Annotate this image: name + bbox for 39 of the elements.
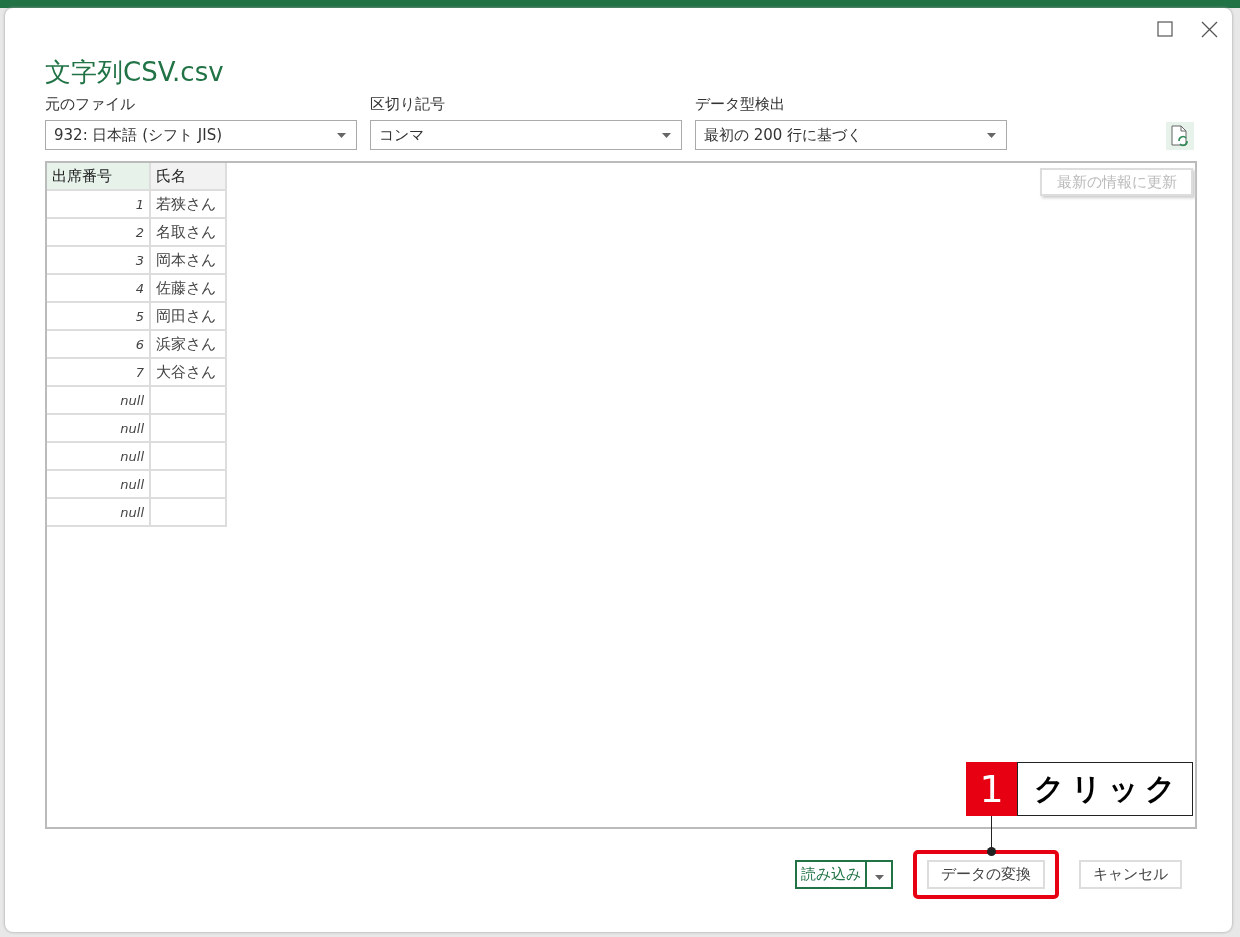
- table-cell: 4: [47, 274, 150, 302]
- caret-icon: [662, 132, 671, 138]
- column-header[interactable]: 氏名: [150, 163, 226, 190]
- dropdown[interactable]: 最初の 200 行に基づく: [695, 120, 1007, 150]
- caret-icon: [987, 132, 996, 138]
- table-cell: 5: [47, 302, 150, 330]
- dropdown[interactable]: 932: 日本語 (シフト JIS): [45, 120, 357, 150]
- transform-button[interactable]: データの変換: [927, 860, 1045, 889]
- table-cell: 6: [47, 330, 150, 358]
- step-number: 1: [966, 762, 1017, 816]
- table-cell: null: [47, 414, 150, 442]
- table-cell: 岡田さん: [150, 302, 226, 330]
- table-cell: null: [47, 442, 150, 470]
- field-label: 区切り記号: [370, 95, 446, 115]
- file-refresh-icon[interactable]: [1166, 122, 1194, 150]
- table-cell: 7: [47, 358, 150, 386]
- caret-icon: [337, 132, 346, 138]
- table-cell: null: [47, 470, 150, 498]
- maximize-icon[interactable]: [1157, 21, 1173, 37]
- table-cell: 名取さん: [150, 218, 226, 246]
- field-label: データ型検出: [695, 95, 786, 115]
- column-header[interactable]: 出席番号: [47, 163, 150, 190]
- cancel-button[interactable]: キャンセル: [1079, 860, 1182, 889]
- table-cell: 3: [47, 246, 150, 274]
- table-cell: 岡本さん: [150, 246, 226, 274]
- table-cell: null: [47, 386, 150, 414]
- table-cell: null: [47, 498, 150, 526]
- dropdown[interactable]: コンマ: [370, 120, 682, 150]
- field-label: 元のファイル: [45, 95, 136, 115]
- table-cell: 大谷さん: [150, 358, 226, 386]
- close-icon[interactable]: [1201, 20, 1218, 38]
- table-cell: 浜家さん: [150, 330, 226, 358]
- table-cell: 若狭さん: [150, 190, 226, 218]
- caret-icon: [874, 874, 884, 880]
- table-cell: 2: [47, 218, 150, 246]
- callout-label: クリック: [1017, 762, 1193, 816]
- table-cell: 佐藤さん: [150, 274, 226, 302]
- table-cell: 1: [47, 190, 150, 218]
- dialog-title: 文字列CSV.csv: [45, 56, 225, 89]
